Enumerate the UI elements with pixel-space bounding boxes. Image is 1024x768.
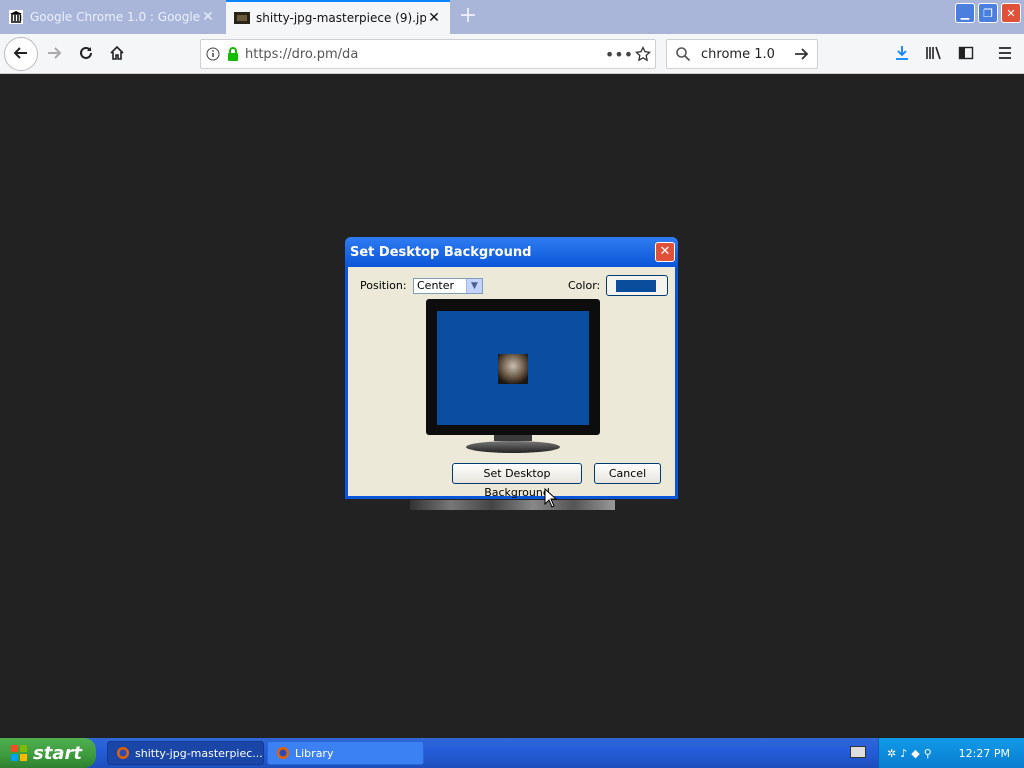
dialog-titlebar[interactable]: Set Desktop Background <box>345 237 678 267</box>
tray-network-icon[interactable]: ✲ <box>887 747 896 760</box>
tray-shield-icon[interactable]: ◆ <box>911 747 919 760</box>
dialog-title: Set Desktop Background <box>350 244 532 260</box>
taskbar-item-library[interactable]: Library <box>267 741 424 765</box>
wallpaper-thumbnail <box>498 354 528 384</box>
bookmark-star-icon[interactable] <box>631 42 655 66</box>
lock-icon <box>225 42 241 66</box>
tab-title: shitty-jpg-masterpiece (9).jpg (JP <box>256 11 426 25</box>
windows-logo-icon <box>10 744 28 762</box>
downloads-button[interactable] <box>888 40 916 68</box>
search-bar[interactable]: chrome 1.0 <box>666 39 818 69</box>
taskbar-item-label: Library <box>295 746 334 760</box>
firefox-icon <box>276 746 290 760</box>
color-label: Color: <box>568 279 601 292</box>
tab-close-icon[interactable]: ✕ <box>426 10 442 26</box>
monitor-base <box>466 441 560 453</box>
sidebar-button[interactable] <box>952 40 980 68</box>
tray-volume-icon[interactable]: ♪ <box>900 747 907 760</box>
back-button[interactable] <box>4 37 38 71</box>
tab-title: Google Chrome 1.0 : Google : Fre <box>30 10 200 24</box>
dialog-body: Position: Center ▼ Color: Set Desktop Ba… <box>348 267 675 499</box>
navigation-bar: https://dro.pm/da ••• chrome 1.0 <box>0 34 1024 74</box>
sidebar-icon <box>958 45 974 64</box>
search-go-arrow-icon[interactable] <box>789 42 813 66</box>
keyboard-icon[interactable] <box>850 746 866 758</box>
system-tray: ✲ ♪ ◆ ⚲ 12:27 PM <box>878 738 1024 768</box>
info-icon[interactable] <box>201 42 225 66</box>
start-button[interactable]: start <box>0 738 96 768</box>
monitor-preview <box>426 299 600 435</box>
home-icon <box>109 45 125 64</box>
new-tab-button[interactable]: + <box>456 4 480 28</box>
clock[interactable]: 12:27 PM <box>959 747 1010 760</box>
taskbar-item-jpg-masterpiece[interactable]: shitty-jpg-masterpiec... <box>107 741 264 765</box>
back-arrow-icon <box>13 45 29 64</box>
page-actions-icon[interactable]: ••• <box>605 42 633 66</box>
color-swatch <box>616 280 656 292</box>
color-picker-button[interactable] <box>606 275 668 296</box>
reload-icon <box>78 45 94 64</box>
home-button[interactable] <box>103 40 131 68</box>
download-icon <box>894 45 910 64</box>
dialog-close-button[interactable]: ✕ <box>655 242 675 262</box>
position-value: Center <box>417 279 455 292</box>
search-icon <box>671 42 695 66</box>
position-select[interactable]: Center ▼ <box>413 278 483 294</box>
tab-jpg-masterpiece[interactable]: shitty-jpg-masterpiece (9).jpg (JP ✕ <box>226 0 450 34</box>
tab-close-icon[interactable]: ✕ <box>200 9 216 25</box>
tab-strip: Google Chrome 1.0 : Google : Fre ✕ shitt… <box>0 0 1024 34</box>
tab-google-chrome[interactable]: Google Chrome 1.0 : Google : Fre ✕ <box>0 0 224 34</box>
forward-button[interactable] <box>40 40 68 68</box>
image-thumbnail-icon <box>234 10 250 26</box>
reload-button[interactable] <box>72 40 100 68</box>
library-button[interactable] <box>920 40 948 68</box>
minimize-button[interactable]: ▁ <box>955 3 975 23</box>
taskbar: start shitty-jpg-masterpiec... Library ✲… <box>0 738 1024 768</box>
firefox-icon <box>116 746 130 760</box>
position-label: Position: <box>360 279 407 292</box>
chevron-down-icon[interactable]: ▼ <box>466 279 482 293</box>
library-icon <box>925 45 943 64</box>
tray-search-icon[interactable]: ⚲ <box>924 747 932 760</box>
preview-screen <box>437 311 589 425</box>
url-bar[interactable]: https://dro.pm/da ••• <box>200 39 656 69</box>
search-query[interactable]: chrome 1.0 <box>701 47 789 62</box>
hamburger-menu-icon <box>997 45 1013 64</box>
url-text[interactable]: https://dro.pm/da <box>245 47 607 62</box>
forward-arrow-icon <box>46 45 62 64</box>
window-close-button[interactable]: ✕ <box>1001 3 1021 23</box>
set-desktop-background-button[interactable]: Set Desktop Background <box>452 463 582 499</box>
menu-button[interactable] <box>991 40 1019 68</box>
set-desktop-background-dialog: Set Desktop Background ✕ Position: Cente… <box>345 237 678 499</box>
taskbar-item-label: shitty-jpg-masterpiec... <box>135 746 263 760</box>
mouse-cursor-icon <box>544 488 558 508</box>
start-label: start <box>33 742 82 764</box>
museum-icon <box>8 9 24 25</box>
cancel-button[interactable]: Cancel <box>594 463 661 484</box>
restore-button[interactable]: ❐ <box>978 3 998 23</box>
